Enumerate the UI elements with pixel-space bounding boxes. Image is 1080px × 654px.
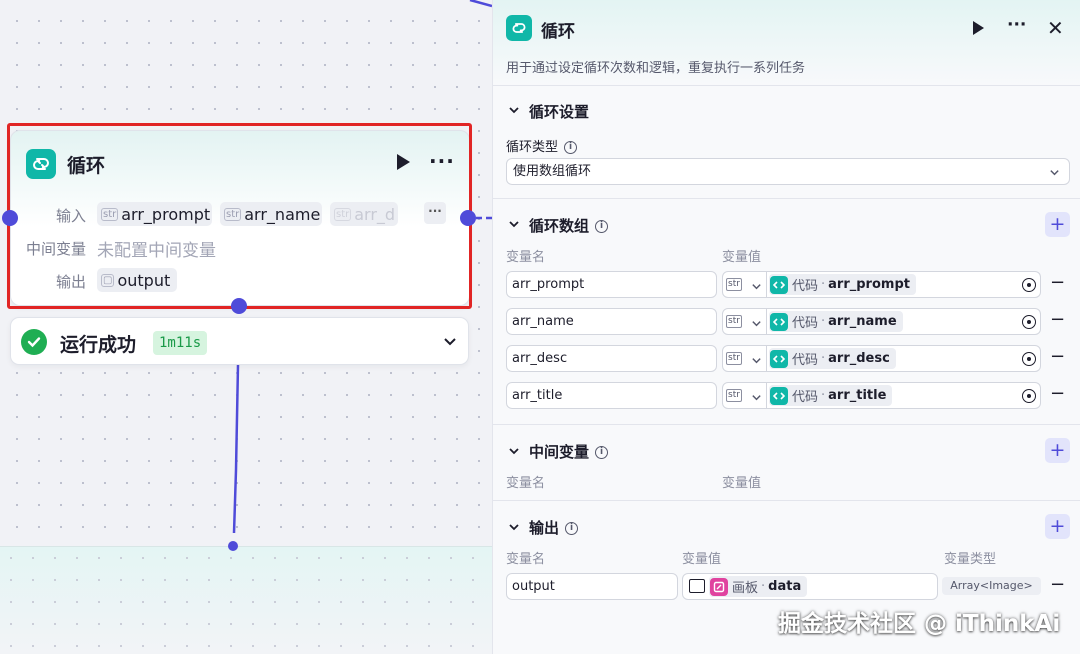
remove-row-button[interactable]: −: [1050, 272, 1065, 293]
output-label: 输出: [55, 273, 86, 291]
col-header-type: 变量类型: [944, 552, 997, 567]
reference-chip: 代码 · arr_desc: [769, 348, 896, 369]
code-icon: [770, 386, 788, 405]
add-array-item-button[interactable]: +: [1045, 212, 1070, 237]
reference-chip: 代码 · arr_name: [769, 311, 903, 332]
type-select[interactable]: str: [722, 382, 767, 409]
input-label: 输入: [55, 207, 86, 225]
section-title: 中间变量 i: [529, 441, 609, 462]
panel-header: 循环 ··· ✕ 用于通过设定循环次数和逻辑，重复执行一系列任务: [493, 0, 1080, 86]
chevron-down-icon: [752, 358, 761, 364]
col-header-name: 变量名: [506, 476, 546, 491]
input-chip-faded: str arr_d: [330, 202, 398, 226]
remove-row-button[interactable]: −: [1050, 346, 1065, 367]
reference-chip: 画板 · data: [709, 576, 808, 597]
target-icon[interactable]: [1022, 278, 1036, 292]
chevron-down-icon[interactable]: [508, 218, 520, 230]
variable-name-input[interactable]: arr_desc: [506, 345, 717, 372]
loop-type-label: 循环类型 i: [506, 136, 578, 155]
chevron-down-icon: [752, 284, 761, 290]
variable-name-input[interactable]: arr_name: [506, 308, 717, 335]
output-port[interactable]: [460, 210, 476, 226]
code-icon: [770, 275, 788, 294]
loop-icon: [506, 15, 532, 41]
section-title: 循环数组 i: [529, 215, 609, 236]
intermediate-placeholder: 未配置中间变量: [97, 241, 216, 261]
col-header-name: 变量名: [506, 250, 546, 265]
panel-description: 用于通过设定循环次数和逻辑，重复执行一系列任务: [506, 61, 806, 76]
remove-row-button[interactable]: −: [1050, 383, 1065, 404]
workflow-canvas[interactable]: 循环 ··· 输入 str arr_prompt str arr_name str a…: [0, 0, 492, 654]
variable-name-input[interactable]: arr_title: [506, 382, 717, 409]
variable-name-input[interactable]: arr_prompt: [506, 271, 717, 298]
info-icon: i: [564, 141, 578, 154]
watermark: 掘金技术社区 @ iThinkAi: [778, 611, 1061, 637]
input-chip: str arr_name: [220, 202, 322, 226]
info-icon: i: [595, 220, 609, 233]
info-icon: i: [595, 446, 609, 459]
image-icon: ▢: [101, 273, 115, 287]
variable-reference[interactable]: 代码 · arr_desc: [767, 345, 1041, 372]
target-icon[interactable]: [1022, 315, 1036, 329]
properties-panel: 循环 ··· ✕ 用于通过设定循环次数和逻辑，重复执行一系列任务 循环设置 循环…: [492, 0, 1080, 654]
more-icon[interactable]: ···: [1007, 15, 1026, 35]
input-chip: str arr_prompt: [97, 202, 212, 226]
chevron-down-icon: [752, 395, 761, 401]
info-icon: i: [565, 522, 579, 535]
output-name-input[interactable]: output: [506, 573, 678, 600]
col-header-value: 变量值: [682, 552, 722, 567]
body-port[interactable]: [231, 298, 247, 314]
run-result-bar[interactable]: 运行成功 1m11s: [10, 317, 469, 365]
section-title: 输出 i: [529, 517, 579, 538]
input-port[interactable]: [2, 210, 18, 226]
run-duration-badge: 1m11s: [153, 331, 208, 355]
chevron-down-icon: [1050, 170, 1059, 176]
variable-reference[interactable]: 代码 · arr_name: [767, 308, 1041, 335]
code-icon: [770, 312, 788, 331]
run-status: 运行成功: [60, 334, 137, 356]
output-type-badge: Array<Image>: [942, 577, 1041, 595]
output-reference[interactable]: 画板 · data: [682, 573, 938, 600]
chevron-down-icon[interactable]: [442, 334, 458, 350]
col-header-value: 变量值: [722, 250, 762, 265]
reference-chip: 代码 · arr_title: [769, 385, 893, 406]
target-icon[interactable]: [1022, 389, 1036, 403]
type-select[interactable]: str: [722, 345, 767, 372]
run-play-icon[interactable]: [973, 21, 984, 35]
loop-type-select[interactable]: 使用数组循环: [506, 158, 1070, 185]
target-icon[interactable]: [1022, 352, 1036, 366]
variable-reference[interactable]: 代码 · arr_prompt: [767, 271, 1041, 298]
col-header-value: 变量值: [722, 476, 762, 491]
intermediate-label: 中间变量: [25, 240, 86, 258]
type-select[interactable]: str: [722, 271, 767, 298]
chevron-down-icon: [752, 321, 761, 327]
more-inputs-button[interactable]: ···: [424, 202, 446, 224]
code-icon: [770, 349, 788, 368]
close-icon[interactable]: ✕: [1047, 16, 1064, 40]
type-select[interactable]: str: [722, 308, 767, 335]
success-check-icon: [21, 329, 47, 355]
image-icon: [689, 579, 705, 593]
add-intermediate-button[interactable]: +: [1045, 438, 1070, 463]
section-intermediate-vars: 中间变量 i + 变量名 变量值: [493, 425, 1080, 501]
variable-reference[interactable]: 代码 · arr_title: [767, 382, 1041, 409]
chevron-down-icon[interactable]: [508, 521, 520, 533]
section-title: 循环设置: [529, 103, 590, 121]
add-output-button[interactable]: +: [1045, 514, 1070, 539]
chevron-down-icon[interactable]: [508, 445, 520, 457]
reference-chip: 代码 · arr_prompt: [769, 274, 916, 295]
output-chip: ▢ output: [97, 268, 177, 292]
remove-row-button[interactable]: −: [1050, 309, 1065, 330]
chevron-down-icon[interactable]: [508, 104, 520, 116]
remove-output-button[interactable]: −: [1050, 574, 1065, 595]
panel-title: 循环: [541, 22, 575, 42]
canvas-board-icon: [710, 577, 728, 596]
col-header-name: 变量名: [506, 552, 546, 567]
